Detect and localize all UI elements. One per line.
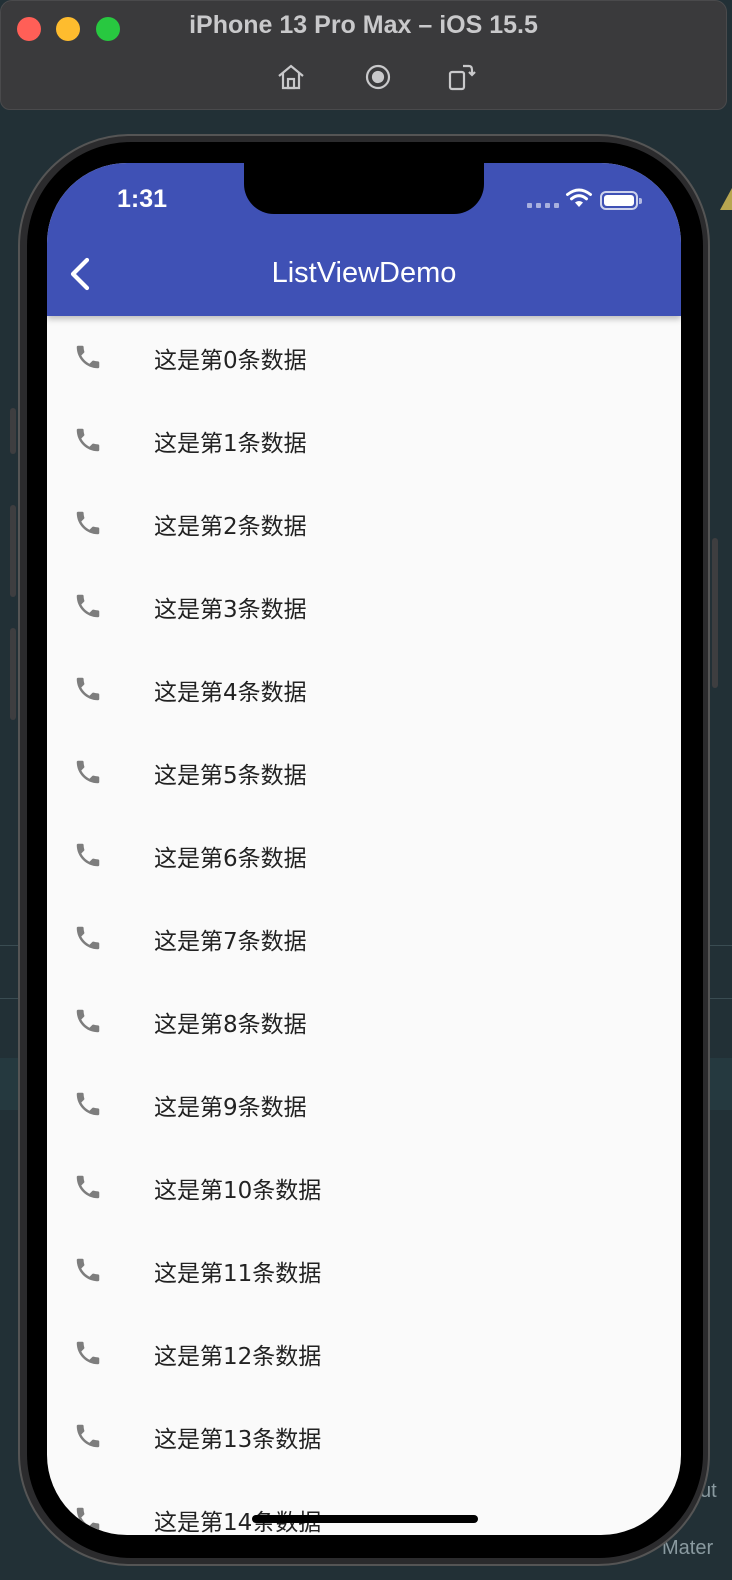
phone-icon bbox=[73, 757, 103, 787]
cellular-signal-icon bbox=[527, 203, 559, 208]
list-item[interactable]: 这是第1条数据 bbox=[47, 399, 681, 482]
phone-icon bbox=[73, 508, 103, 538]
power-button bbox=[712, 538, 718, 688]
rotate-icon[interactable] bbox=[445, 61, 477, 93]
list-item[interactable]: 这是第13条数据 bbox=[47, 1395, 681, 1478]
list-item[interactable]: 这是第4条数据 bbox=[47, 648, 681, 731]
notch bbox=[244, 163, 484, 214]
phone-icon bbox=[73, 1421, 103, 1451]
silent-switch bbox=[10, 408, 16, 454]
volume-up-button bbox=[10, 505, 16, 597]
list-item[interactable]: 这是第3条数据 bbox=[47, 565, 681, 648]
warning-icon bbox=[720, 188, 732, 210]
phone-icon bbox=[73, 1172, 103, 1202]
list-item-label: 这是第2条数据 bbox=[154, 514, 307, 540]
wifi-icon bbox=[565, 187, 593, 209]
list-item-label: 这是第11条数据 bbox=[154, 1261, 322, 1287]
simulator-titlebar: iPhone 13 Pro Max – iOS 15.5 bbox=[0, 0, 727, 110]
list-item[interactable]: 这是第11条数据 bbox=[47, 1229, 681, 1312]
list-item-label: 这是第13条数据 bbox=[154, 1427, 322, 1453]
phone-icon bbox=[73, 1338, 103, 1368]
list-item[interactable]: 这是第10条数据 bbox=[47, 1146, 681, 1229]
home-indicator[interactable] bbox=[252, 1515, 478, 1523]
phone-icon bbox=[73, 1006, 103, 1036]
list-item[interactable]: 这是第0条数据 bbox=[47, 316, 681, 399]
volume-down-button bbox=[10, 628, 16, 720]
phone-icon bbox=[73, 591, 103, 621]
ide-text-fragment: Mater bbox=[662, 1537, 714, 1559]
list-item[interactable]: 这是第12条数据 bbox=[47, 1312, 681, 1395]
list-item-label: 这是第12条数据 bbox=[154, 1344, 322, 1370]
list-item[interactable]: 这是第7条数据 bbox=[47, 897, 681, 980]
list-item[interactable]: 这是第8条数据 bbox=[47, 980, 681, 1063]
phone-icon bbox=[73, 1089, 103, 1119]
phone-icon bbox=[73, 342, 103, 372]
list-item-label: 这是第3条数据 bbox=[154, 597, 307, 623]
list-item[interactable]: 这是第2条数据 bbox=[47, 482, 681, 565]
app-bar: 1:31 ListViewDemo bbox=[47, 163, 681, 316]
list-item-label: 这是第1条数据 bbox=[154, 431, 307, 457]
list-view[interactable]: 这是第0条数据 这是第1条数据 这是第2条数据 这是第3条数据 这是第4条数据 bbox=[47, 316, 681, 1535]
list-item-label: 这是第0条数据 bbox=[154, 348, 307, 374]
list-item-label: 这是第10条数据 bbox=[154, 1178, 322, 1204]
home-icon[interactable] bbox=[275, 61, 307, 93]
list-item-label: 这是第7条数据 bbox=[154, 929, 307, 955]
simulator-title: iPhone 13 Pro Max – iOS 15.5 bbox=[189, 11, 538, 39]
list-item-label: 这是第9条数据 bbox=[154, 1095, 307, 1121]
list-item-label: 这是第5条数据 bbox=[154, 763, 307, 789]
list-item-label: 这是第4条数据 bbox=[154, 680, 307, 706]
phone-icon bbox=[73, 923, 103, 953]
status-time: 1:31 bbox=[117, 185, 168, 213]
list-item[interactable]: 这是第6条数据 bbox=[47, 814, 681, 897]
list-item-label: 这是第6条数据 bbox=[154, 846, 307, 872]
list-item[interactable]: 这是第14条数据 bbox=[47, 1478, 681, 1535]
phone-icon bbox=[73, 425, 103, 455]
device-screen: 1:31 ListViewDemo 这是第0条数据 这是第1条数据 这是第2条数… bbox=[47, 163, 681, 1535]
phone-icon bbox=[73, 1504, 103, 1534]
phone-icon bbox=[73, 840, 103, 870]
list-item[interactable]: 这是第5条数据 bbox=[47, 731, 681, 814]
screenshot-icon[interactable] bbox=[362, 61, 394, 93]
phone-icon bbox=[73, 1255, 103, 1285]
page-title: ListViewDemo bbox=[271, 257, 457, 289]
list-item[interactable]: 这是第9条数据 bbox=[47, 1063, 681, 1146]
battery-icon bbox=[600, 191, 642, 210]
list-item-label: 这是第8条数据 bbox=[154, 1012, 307, 1038]
phone-icon bbox=[73, 674, 103, 704]
